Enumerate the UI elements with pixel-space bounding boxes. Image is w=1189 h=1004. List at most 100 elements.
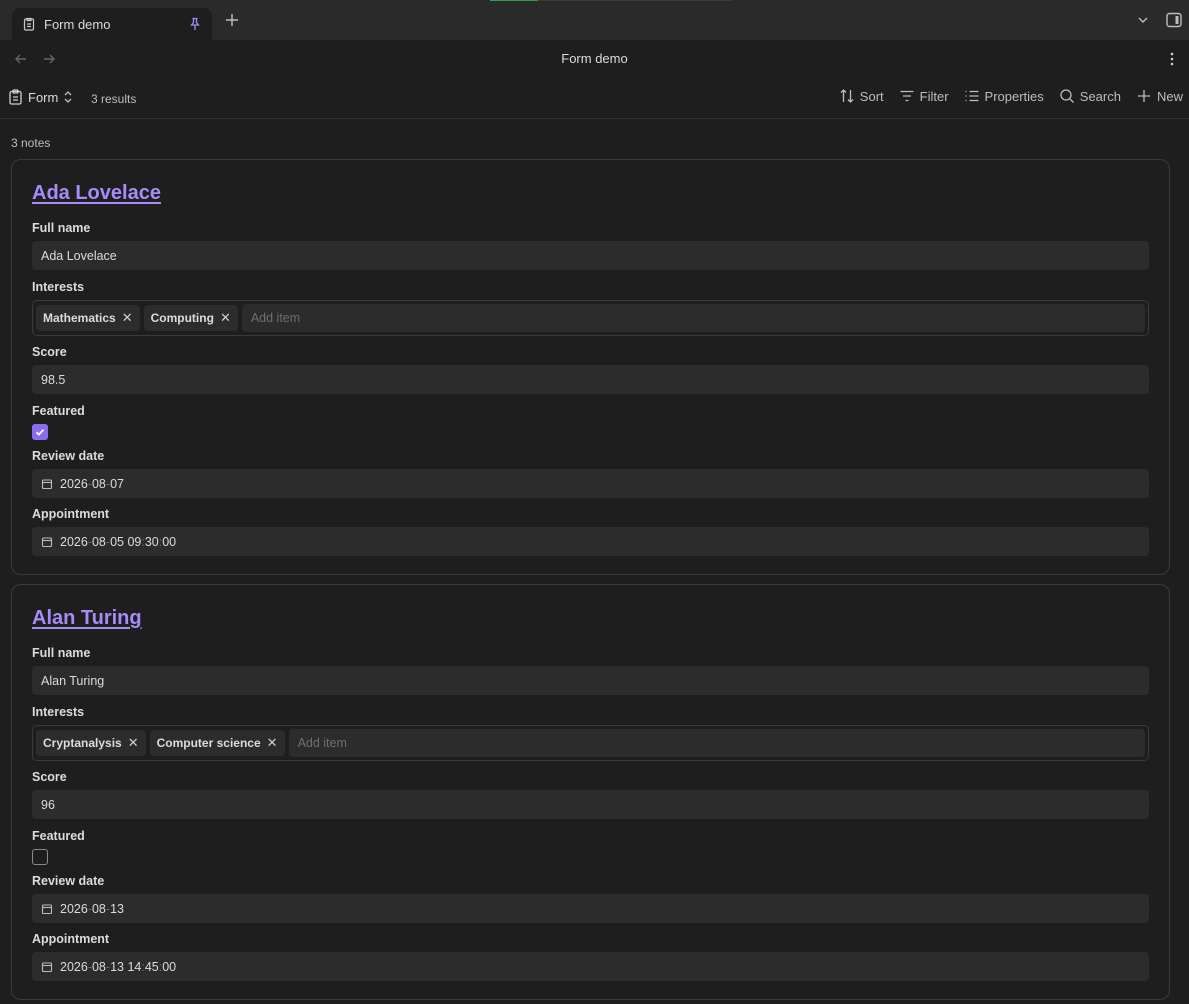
review-date-field[interactable]: 2026-08-07 <box>32 469 1149 498</box>
note-card: Alan Turing Full name Alan Turing Intere… <box>11 584 1170 1000</box>
review-month: 08 <box>91 476 106 491</box>
filter-label: Filter <box>919 88 949 104</box>
appointment-day: 13 <box>110 959 124 974</box>
note-title-link[interactable]: Ada Lovelace <box>32 182 161 205</box>
calendar-icon <box>41 961 53 972</box>
label-score: Score <box>32 345 67 359</box>
results-count: 3 results <box>91 92 137 106</box>
chevron-down-icon[interactable] <box>1137 14 1149 26</box>
new-button[interactable]: New <box>1136 88 1183 104</box>
chevron-updown-icon <box>64 91 72 103</box>
view-header: Form demo <box>0 40 1189 78</box>
properties-button[interactable]: Properties <box>964 88 1044 104</box>
calendar-icon <box>41 903 53 914</box>
properties-label: Properties <box>984 88 1044 104</box>
filter-icon <box>900 90 914 102</box>
notes-count: 3 notes <box>11 136 51 150</box>
appointment-minute: 30 <box>144 534 159 549</box>
appointment-hour: 14 <box>127 959 142 974</box>
interest-tag-label: Computing <box>150 311 214 325</box>
interest-tag-label: Computer science <box>156 736 261 750</box>
label-score: Score <box>32 770 67 784</box>
label-review-date: Review date <box>32 874 105 888</box>
filter-button[interactable]: Filter <box>899 88 949 104</box>
view-switcher[interactable]: Form <box>8 89 73 105</box>
search-icon <box>1060 89 1074 103</box>
appointment-month: 08 <box>91 959 106 974</box>
window-drag-indicator <box>490 0 733 1</box>
calendar-icon <box>41 478 53 489</box>
label-appointment: Appointment <box>32 932 110 946</box>
bases-toolbar: Form 3 results Sort Filter Properties Se… <box>0 78 1189 119</box>
sort-icon <box>840 89 854 103</box>
plus-icon <box>1137 90 1150 102</box>
note-card: Ada Lovelace Full name Ada Lovelace Inte… <box>11 159 1170 575</box>
review-day: 07 <box>110 476 124 491</box>
add-item-input[interactable]: Add item <box>241 304 1145 332</box>
toolbar-actions: Sort Filter Properties Search New <box>824 88 1183 104</box>
label-appointment: Appointment <box>32 507 110 521</box>
remove-tag-icon[interactable]: ✕ <box>267 735 278 751</box>
appointment-second: 00 <box>162 534 177 549</box>
clipboard-icon <box>9 89 22 105</box>
full-name-field[interactable]: Alan Turing <box>32 666 1149 695</box>
list-icon <box>965 90 979 102</box>
interests-field: Mathematics ✕ Computing ✕ Add item <box>32 300 1149 336</box>
label-full-name: Full name <box>32 646 91 660</box>
search-button[interactable]: Search <box>1059 88 1121 104</box>
appointment-year: 2026 <box>60 534 88 549</box>
appointment-minute: 45 <box>144 959 159 974</box>
interests-field: Cryptanalysis ✕ Computer science ✕ Add i… <box>32 725 1149 761</box>
sort-button[interactable]: Sort <box>839 88 884 104</box>
sidebar-toggle-icon[interactable] <box>1165 11 1183 29</box>
interest-tag-label: Mathematics <box>43 311 116 325</box>
checkmark-icon <box>35 428 45 436</box>
tab-form-demo[interactable]: Form demo <box>12 8 212 40</box>
appointment-second: 00 <box>162 959 177 974</box>
label-interests: Interests <box>32 280 85 294</box>
score-field[interactable]: 98.5 <box>32 365 1149 394</box>
new-label: New <box>1156 88 1183 104</box>
interest-tag: Computer science ✕ <box>149 730 285 756</box>
pin-icon[interactable] <box>188 17 202 31</box>
tab-title: Form demo <box>44 16 111 32</box>
review-year: 2026 <box>60 901 88 916</box>
label-featured: Featured <box>32 404 85 418</box>
view-name: Form <box>28 89 59 105</box>
tab-bar: Form demo <box>0 0 1189 40</box>
sort-label: Sort <box>859 88 884 104</box>
appointment-hour: 09 <box>127 534 142 549</box>
review-month: 08 <box>91 901 106 916</box>
label-full-name: Full name <box>32 221 91 235</box>
view-title: Form demo <box>561 51 628 66</box>
document-icon <box>23 17 35 31</box>
remove-tag-icon[interactable]: ✕ <box>128 735 139 751</box>
note-title-link[interactable]: Alan Turing <box>32 607 142 630</box>
more-options-icon[interactable] <box>1165 51 1179 67</box>
new-tab-icon[interactable] <box>224 12 240 28</box>
search-label: Search <box>1079 88 1121 104</box>
interest-tag-label: Cryptanalysis <box>43 736 122 750</box>
review-day: 13 <box>110 901 124 916</box>
interest-tag: Mathematics ✕ <box>36 305 140 331</box>
review-year: 2026 <box>60 476 88 491</box>
featured-checkbox[interactable] <box>32 849 48 865</box>
label-interests: Interests <box>32 705 85 719</box>
featured-checkbox[interactable] <box>32 424 48 440</box>
full-name-field[interactable]: Ada Lovelace <box>32 241 1149 270</box>
label-review-date: Review date <box>32 449 105 463</box>
review-date-field[interactable]: 2026-08-13 <box>32 894 1149 923</box>
calendar-icon <box>41 536 53 547</box>
interest-tag: Computing ✕ <box>143 305 238 331</box>
appointment-year: 2026 <box>60 959 88 974</box>
appointment-month: 08 <box>91 534 106 549</box>
appointment-day: 05 <box>110 534 124 549</box>
add-item-input[interactable]: Add item <box>288 729 1145 757</box>
interest-tag: Cryptanalysis ✕ <box>36 730 146 756</box>
remove-tag-icon[interactable]: ✕ <box>122 310 133 326</box>
remove-tag-icon[interactable]: ✕ <box>220 310 231 326</box>
label-featured: Featured <box>32 829 85 843</box>
appointment-field[interactable]: 2026-08-13 14:45:00 <box>32 952 1149 981</box>
appointment-field[interactable]: 2026-08-05 09:30:00 <box>32 527 1149 556</box>
score-field[interactable]: 96 <box>32 790 1149 819</box>
